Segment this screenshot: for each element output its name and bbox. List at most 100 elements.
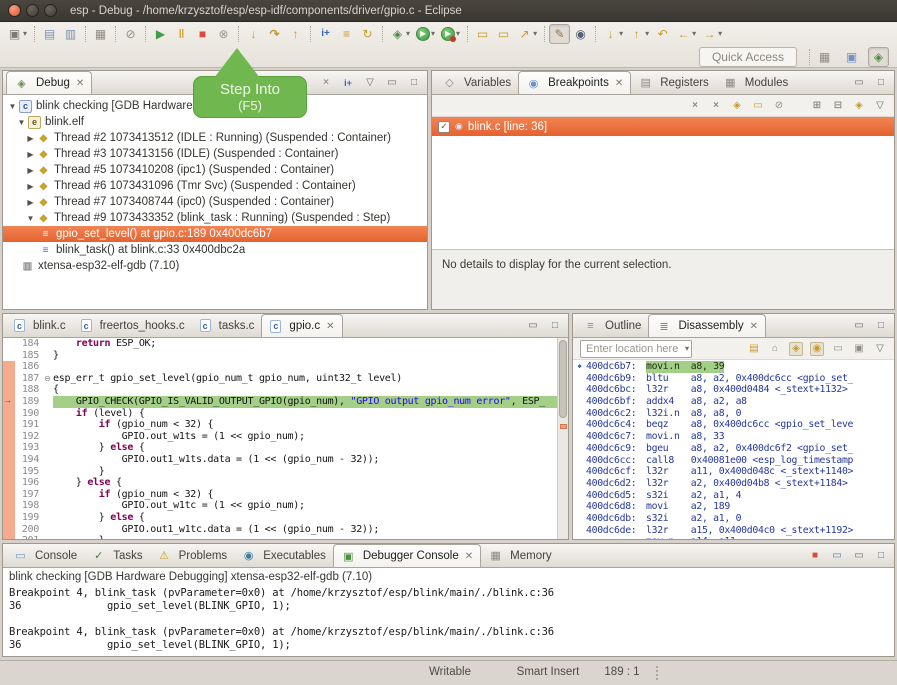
external-tools-button[interactable]: ↗▾ — [514, 24, 540, 44]
disassembly-row[interactable]: 400dc6c9:bgeu a8, a2, 0x400dc6f2 <gpio_s… — [573, 443, 894, 455]
tab-tasks-c[interactable]: ctasks.c — [192, 314, 262, 337]
editor-scrollbar[interactable] — [557, 338, 568, 540]
run-button[interactable]: ▶▾ — [413, 24, 438, 44]
editor-annotation-column[interactable] — [3, 408, 15, 420]
breakpoint-item[interactable]: ✓◉blink.c [line: 36] — [432, 117, 894, 136]
disassembly-row[interactable]: 400dc6d5:s32i a2, a1, 4 — [573, 490, 894, 502]
tree-collapsed-arrow-icon[interactable]: ▶ — [25, 134, 36, 143]
disassembly-row[interactable]: 400dc6bc:l32r a8, 0x400d0484 <_stext+113… — [573, 384, 894, 396]
line-number[interactable]: 190 — [15, 408, 42, 420]
step-into-button[interactable]: ↓ — [243, 24, 264, 44]
debug-tree[interactable]: ▼cblink checking [GDB Hardware Debugging… — [3, 95, 427, 274]
go-to-file-button[interactable]: ▭ — [751, 99, 765, 113]
open-new-view-button[interactable]: ▭ — [831, 342, 845, 356]
chevron-down-icon[interactable]: ▾ — [718, 29, 722, 38]
maximize-button[interactable]: □ — [874, 319, 888, 333]
tab-problems[interactable]: ⚠Problems — [150, 544, 235, 567]
line-number[interactable]: 186 — [15, 361, 42, 373]
suspend-button[interactable]: ‖ — [171, 24, 192, 44]
step-over-button[interactable]: ↷ — [264, 24, 285, 44]
minimize-button[interactable]: ▭ — [852, 319, 866, 333]
tab-modules[interactable]: ▦Modules — [716, 71, 795, 94]
cpp-perspective-button[interactable]: ▣ — [841, 47, 862, 67]
minimize-button[interactable]: ▭ — [852, 76, 866, 90]
editor-annotation-column[interactable] — [3, 489, 15, 501]
stack-frame-item[interactable]: ≡gpio_set_level() at gpio.c:189 0x400dc6… — [3, 226, 427, 242]
build-button[interactable]: ▦ — [90, 24, 111, 44]
resume-button[interactable]: ▶ — [150, 24, 171, 44]
open-perspective-button[interactable]: ▦ — [814, 47, 835, 67]
tab-blink-c[interactable]: cblink.c — [6, 314, 73, 337]
pin-view-button[interactable]: ▣ — [852, 342, 866, 356]
editor-annotation-column[interactable] — [3, 350, 15, 362]
chevron-down-icon[interactable]: ▾ — [645, 29, 649, 38]
debug-tree-item[interactable]: ▼◆Thread #9 1073433352 (blink_task : Run… — [3, 210, 427, 226]
tab-close-icon[interactable]: ✕ — [750, 321, 758, 332]
console-output[interactable]: Breakpoint 4, blink_task (pvParameter=0x… — [3, 587, 894, 652]
open-resource-button[interactable]: ▭ — [493, 24, 514, 44]
tab-memory[interactable]: ▦Memory — [481, 544, 559, 567]
editor-annotation-column[interactable] — [3, 512, 15, 524]
line-number[interactable]: 194 — [15, 454, 42, 466]
maximize-button[interactable]: □ — [874, 76, 888, 90]
tab-executables[interactable]: ◉Executables — [234, 544, 333, 567]
terminate-button[interactable]: ■ — [808, 549, 822, 563]
maximize-button[interactable]: □ — [548, 319, 562, 333]
display-selected-console-button[interactable]: ▭ — [830, 549, 844, 563]
remove-all-breakpoints-button[interactable]: × — [709, 99, 723, 113]
line-number[interactable]: 189 — [15, 396, 42, 408]
debug-perspective-button[interactable]: ◈ — [868, 47, 889, 67]
disassembly-row[interactable]: 400dc6c2:l32i.n a8, a8, 0 — [573, 408, 894, 420]
disconnect-button[interactable]: ⊗ — [213, 24, 234, 44]
link-with-debug-button[interactable]: ◈ — [852, 99, 866, 113]
disassembly-row[interactable]: mov.n a14, a11 — [573, 536, 894, 540]
mark-occurrences-button[interactable]: ◉ — [570, 24, 591, 44]
back-to-last-edit-button[interactable]: ↶ — [652, 24, 673, 44]
debug-tree-item[interactable]: ▶◆Thread #3 1073413156 (IDLE) (Suspended… — [3, 146, 427, 162]
tree-collapsed-arrow-icon[interactable]: ▶ — [25, 166, 36, 175]
tree-expanded-arrow-icon[interactable]: ▼ — [16, 118, 27, 127]
line-number[interactable]: 191 — [15, 419, 42, 431]
disassembly-row[interactable]: 400dc6cc:call8 0x40081e00 <esp_log_times… — [573, 455, 894, 467]
disassembly-row[interactable]: 400dc6c4:beqz a8, 0x400dc6cc <gpio_set_l… — [573, 419, 894, 431]
tab-outline[interactable]: ≡Outline — [576, 314, 648, 337]
maximize-button[interactable]: □ — [874, 549, 888, 563]
line-number[interactable]: 196 — [15, 477, 42, 489]
window-maximize-button[interactable] — [44, 4, 57, 17]
fold-collapse-icon[interactable]: ⊖ — [42, 373, 53, 385]
line-number[interactable]: 198 — [15, 500, 42, 512]
tab-freertos-hooks-c[interactable]: cfreertos_hooks.c — [73, 314, 192, 337]
new-wizard-button[interactable]: ▣▾ — [4, 24, 30, 44]
editor-annotation-column[interactable] — [3, 477, 15, 489]
line-number[interactable]: 187 — [15, 373, 42, 385]
disassembly-row[interactable]: 400dc6cf:l32r a11, 0x400d048c <_stext+11… — [573, 466, 894, 478]
breakpoints-list[interactable]: ✓◉blink.c [line: 36] — [432, 117, 894, 136]
chevron-down-icon[interactable]: ▾ — [685, 344, 689, 353]
editor-annotation-column[interactable] — [3, 454, 15, 466]
code-editor[interactable]: 184 return ESP_OK;185}186187⊖esp_err_t g… — [3, 338, 568, 540]
remove-all-terminated-button[interactable]: × — [319, 76, 333, 90]
chevron-down-icon[interactable]: ▾ — [456, 29, 460, 38]
save-button[interactable]: ▤ — [39, 24, 60, 44]
previous-annotation-button[interactable]: ↑▾ — [626, 24, 652, 44]
tab-registers[interactable]: ▤Registers — [631, 71, 716, 94]
editor-annotation-column[interactable] — [3, 442, 15, 454]
editor-annotation-column[interactable] — [3, 535, 15, 540]
tab-tasks[interactable]: ✓Tasks — [84, 544, 149, 567]
breakpoint-checkbox[interactable]: ✓ — [438, 121, 450, 133]
disassembly-row[interactable]: 400dc6b9:bltu a8, a2, 0x400dc6cc <gpio_s… — [573, 373, 894, 385]
show-breakpoints-supported-button[interactable]: ◈ — [730, 99, 744, 113]
instruction-stepping-button[interactable]: i+ — [315, 24, 336, 44]
disassembly-row[interactable]: 400dc6d2:l32r a2, 0x400d04b8 <_stext+118… — [573, 478, 894, 490]
line-number[interactable]: 200 — [15, 524, 42, 536]
home-button[interactable]: ⌂ — [768, 342, 782, 356]
line-number[interactable]: 195 — [15, 466, 42, 478]
chevron-down-icon[interactable]: ▾ — [23, 29, 27, 38]
skip-all-breakpoints-button[interactable]: ⊘ — [120, 24, 141, 44]
tab-debug[interactable]: ◈Debug✕ — [6, 71, 92, 94]
editor-scrollbar-thumb[interactable] — [559, 340, 567, 418]
skip-all-breakpoints-button[interactable]: ⊘ — [772, 99, 786, 113]
chevron-down-icon[interactable]: ▾ — [619, 29, 623, 38]
maximize-button[interactable]: □ — [407, 76, 421, 90]
line-number[interactable]: 193 — [15, 442, 42, 454]
